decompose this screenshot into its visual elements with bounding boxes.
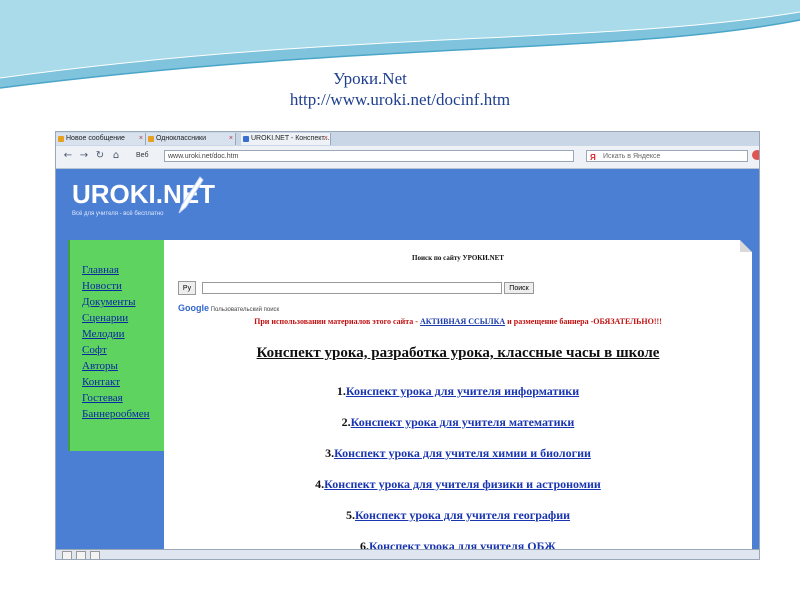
forward-icon[interactable]: → [78, 150, 90, 162]
mail-icon [58, 136, 64, 142]
tab-bar: Новое сообщение × Одноклассники × UROKI.… [56, 132, 759, 147]
language-button[interactable]: Ру [178, 281, 196, 295]
home-icon[interactable]: ⌂ [110, 150, 122, 162]
yandex-search-input[interactable]: Я Искать в Яндексе [586, 150, 748, 162]
site-logo-subtitle: Всё для учителя - всё бесплатно [72, 211, 164, 217]
sidebar-item-guestbook[interactable]: Гостевая [82, 392, 123, 405]
back-icon[interactable]: ← [62, 150, 74, 162]
slide-title-text: Уроки.Net [333, 69, 407, 88]
lesson-number: 1. [336, 384, 346, 398]
status-icon[interactable] [76, 551, 86, 559]
lesson-link[interactable]: Конспект урока для учителя физики и астр… [324, 477, 601, 491]
stop-icon[interactable] [752, 150, 759, 160]
sidebar-item-contact[interactable]: Контакт [82, 376, 120, 389]
usage-notice: При использовании материалов этого сайта… [164, 317, 752, 326]
sidebar-item-scenarios[interactable]: Сценарии [82, 312, 128, 325]
status-icon[interactable] [62, 551, 72, 559]
google-label-text: Пользовательский поиск [210, 307, 280, 313]
close-icon[interactable]: × [139, 133, 143, 145]
lesson-number: 2. [341, 415, 351, 429]
site-search-button[interactable]: Поиск [504, 282, 534, 294]
sidebar-item-melodies[interactable]: Мелодии [82, 328, 125, 341]
tab-label: Новое сообщение [66, 135, 125, 142]
sidebar-item-banner-exchange[interactable]: Баннерообмен [82, 408, 150, 421]
site-sidebar: Главная Новости Документы Сценарии Мелод… [68, 240, 164, 451]
status-icon[interactable] [90, 551, 100, 559]
tab-label: UROKI.NET - Конспект... [251, 135, 330, 142]
tab-odnoklassniki[interactable]: Одноклассники × [146, 133, 236, 145]
lesson-link[interactable]: Конспект урока для учителя информатики [346, 384, 579, 398]
tab-new-message[interactable]: Новое сообщение × [56, 133, 146, 145]
list-item: 3.Конспект урока для учителя химии и био… [164, 446, 752, 461]
lesson-number: 4. [315, 477, 325, 491]
lesson-link[interactable]: Конспект урока для учителя математики [351, 415, 575, 429]
sidebar-item-documents[interactable]: Документы [82, 296, 135, 309]
lesson-link[interactable]: Конспект урока для учителя географии [355, 508, 570, 522]
status-bar [56, 549, 759, 559]
google-logo: Google [178, 303, 209, 313]
tab-uroki[interactable]: UROKI.NET - Конспект... × [241, 133, 331, 145]
google-custom-search-label: Google Пользовательский поиск [178, 303, 279, 313]
site-search-title: Поиск по сайту УРОКИ.NET [412, 254, 504, 262]
web-page: UROKI.NET Всё для учителя - всё бесплатн… [56, 169, 759, 555]
sidebar-item-software[interactable]: Софт [82, 344, 107, 357]
lesson-number: 5. [345, 508, 355, 522]
active-link[interactable]: АКТИВНАЯ ССЫЛКА [420, 317, 505, 326]
lesson-link[interactable]: Конспект урока для учителя химии и биоло… [334, 446, 591, 460]
notice-text: и размещение баннера -ОБЯЗАТЕЛЬНО!!! [505, 317, 662, 326]
address-bar[interactable]: www.uroki.net/doc.htm [164, 150, 574, 162]
pen-icon [178, 176, 204, 214]
notice-text: При использовании материалов этого сайта… [254, 317, 420, 326]
slide-url: http://www.uroki.net/docinf.htm [289, 90, 511, 109]
site-icon [243, 136, 249, 142]
close-icon[interactable]: × [324, 133, 328, 145]
web-search-button[interactable]: Веб [136, 150, 149, 162]
list-item: 1.Конспект урока для учителя информатики [164, 384, 752, 399]
search-placeholder: Искать в Яндексе [603, 153, 661, 160]
navigation-bar: ← → ↻ ⌂ Веб www.uroki.net/doc.htm Я Иска… [56, 146, 759, 169]
page-fold [740, 240, 752, 252]
main-content: Поиск по сайту УРОКИ.NET Ру Поиск Google… [164, 240, 752, 555]
reload-icon[interactable]: ↻ [94, 150, 106, 162]
sidebar-item-home[interactable]: Главная [82, 264, 119, 277]
site-search-input[interactable] [202, 282, 502, 294]
list-item: 4.Конспект урока для учителя физики и ас… [164, 477, 752, 492]
yandex-icon: Я [590, 153, 596, 162]
list-item: 2.Конспект урока для учителя математики [164, 415, 752, 430]
list-item: 5.Конспект урока для учителя географии [164, 508, 752, 523]
close-icon[interactable]: × [229, 133, 233, 145]
sidebar-item-news[interactable]: Новости [82, 280, 122, 293]
browser-screenshot: Новое сообщение × Одноклассники × UROKI.… [55, 131, 760, 560]
tab-label: Одноклассники [156, 135, 207, 142]
lesson-number: 3. [325, 446, 335, 460]
sidebar-item-authors[interactable]: Авторы [82, 360, 118, 373]
site-icon [148, 136, 154, 142]
page-heading: Конспект урока, разработка урока, классн… [256, 345, 660, 361]
slide-title: Уроки.Net http://www.uroki.net/docinf.ht… [0, 68, 800, 110]
